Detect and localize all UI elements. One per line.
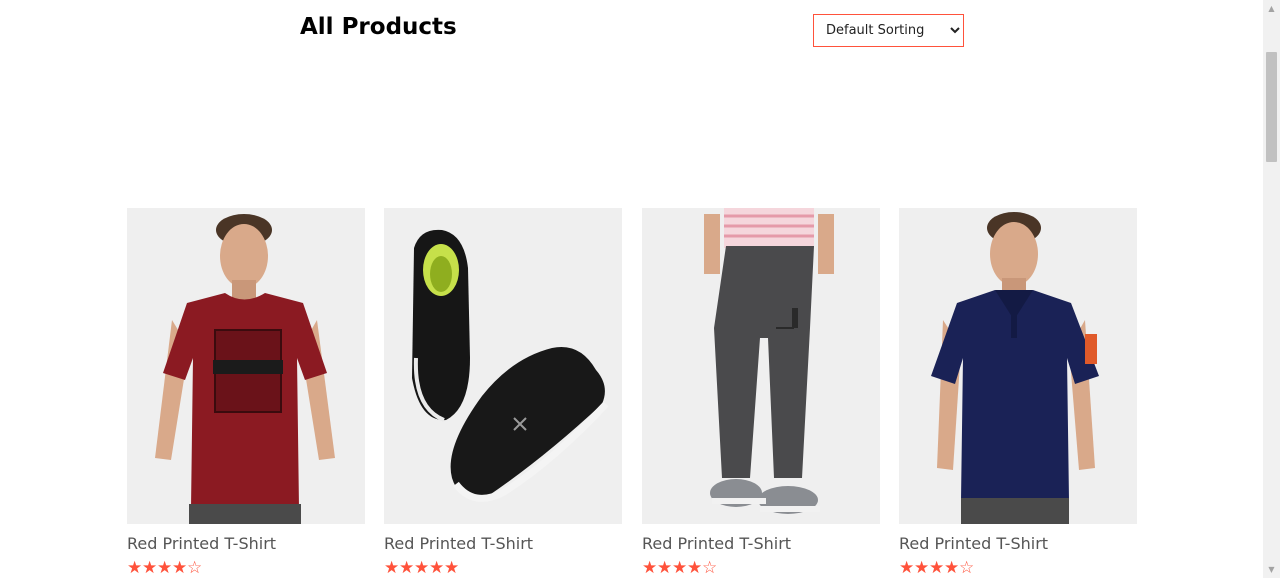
product-card[interactable]: Red Printed T-Shirt ★★★★☆ [899,208,1137,577]
rating-stars: ★★★★☆ [642,560,880,577]
product-card[interactable]: Red Printed T-Shirt ★★★★☆ [127,208,365,577]
product-title[interactable]: Red Printed T-Shirt [384,534,622,553]
star-icon: ★ [172,558,188,578]
product-image-navy-polo[interactable] [899,208,1137,524]
star-icon: ★ [672,558,688,578]
product-card[interactable]: Red Printed T-Shirt ★★★★☆ [642,208,880,577]
star-icon: ★ [399,558,415,578]
star-icon: ★ [687,558,703,578]
sort-select[interactable]: Default Sorting [813,14,964,47]
rating-stars: ★★★★★ [384,560,622,577]
product-title[interactable]: Red Printed T-Shirt [127,534,365,553]
product-image-red-tshirt[interactable] [127,208,365,524]
product-image-grey-trousers[interactable] [642,208,880,524]
star-icon: ★ [929,558,945,578]
vertical-scrollbar[interactable]: ▲ ▼ [1263,0,1280,578]
star-icon: ★ [657,558,673,578]
rating-stars: ★★★★☆ [899,560,1137,577]
star-icon: ★ [444,558,460,578]
star-icon: ★ [914,558,930,578]
star-outline-icon: ☆ [959,558,975,578]
products-page: All Products Default Sorting Red Printed… [0,0,1280,578]
star-icon: ★ [899,558,915,578]
star-icon: ★ [157,558,173,578]
star-icon: ★ [384,558,400,578]
star-icon: ★ [142,558,158,578]
product-title[interactable]: Red Printed T-Shirt [642,534,880,553]
star-icon: ★ [414,558,430,578]
star-icon: ★ [429,558,445,578]
star-icon: ★ [642,558,658,578]
rating-stars: ★★★★☆ [127,560,365,577]
product-card[interactable]: Red Printed T-Shirt ★★★★★ [384,208,622,577]
scrollbar-thumb[interactable] [1266,52,1277,162]
star-icon: ★ [944,558,960,578]
chevron-up-icon[interactable]: ▲ [1263,0,1280,17]
product-image-black-shoes[interactable] [384,208,622,524]
product-title[interactable]: Red Printed T-Shirt [899,534,1137,553]
page-title: All Products [300,14,457,40]
star-outline-icon: ☆ [187,558,203,578]
star-icon: ★ [127,558,143,578]
star-outline-icon: ☆ [702,558,718,578]
chevron-down-icon[interactable]: ▼ [1263,561,1280,578]
